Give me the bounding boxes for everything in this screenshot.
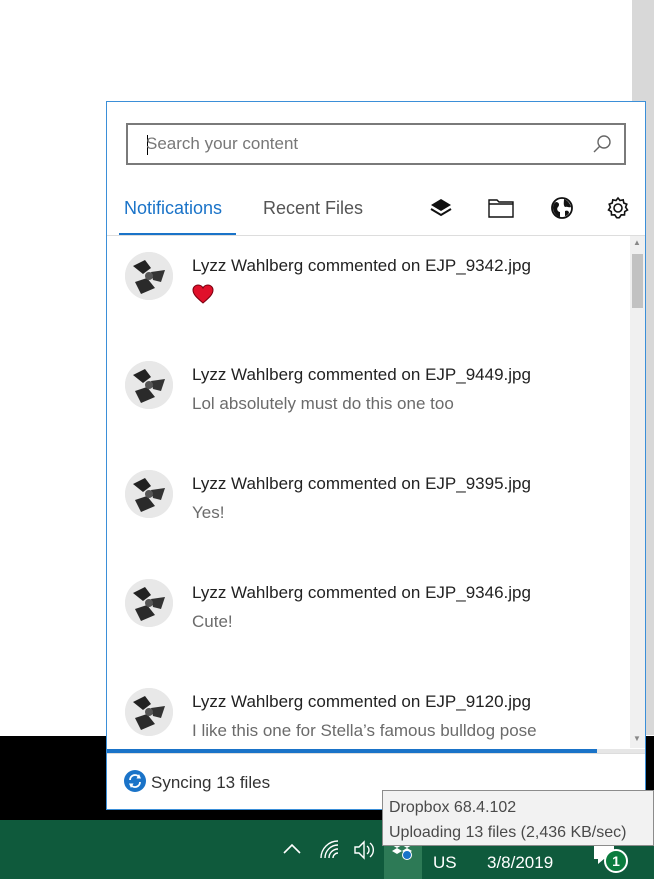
sync-status-text: Syncing 13 files — [151, 773, 271, 792]
list-item[interactable]: Lyzz Wahlberg commented on EJP_9120.jpg … — [107, 672, 630, 748]
heart-icon — [192, 284, 214, 309]
notification-title: Lyzz Wahlberg commented on EJP_9395.jpg — [192, 474, 531, 493]
tooltip-upload-status: Uploading 13 files (2,436 KB/sec) — [389, 824, 627, 841]
list-item[interactable]: Lyzz Wahlberg commented on EJP_9449.jpg … — [107, 345, 630, 454]
show-hidden-icons-chevron-icon[interactable] — [281, 838, 303, 865]
input-language[interactable]: US — [433, 853, 457, 873]
notification-count-badge: 1 — [604, 849, 628, 873]
notification-title: Lyzz Wahlberg commented on EJP_9342.jpg — [192, 256, 531, 275]
wifi-icon[interactable] — [318, 838, 342, 867]
tab-notifications[interactable]: Notifications — [124, 198, 222, 219]
notifications-list: Lyzz Wahlberg commented on EJP_9342.jpg … — [107, 236, 630, 748]
scroll-down-arrow-icon[interactable]: ▼ — [633, 734, 641, 743]
notification-comment: I like this one for Stella’s famous bull… — [192, 721, 537, 740]
notification-comment: Cute! — [192, 612, 233, 631]
notification-title: Lyzz Wahlberg commented on EJP_9449.jpg — [192, 365, 531, 384]
list-item[interactable]: Lyzz Wahlberg commented on EJP_9395.jpg … — [107, 454, 630, 563]
volume-icon[interactable] — [352, 838, 376, 867]
avatar — [125, 252, 173, 300]
scroll-up-arrow-icon[interactable]: ▲ — [633, 238, 641, 247]
globe-icon[interactable] — [548, 194, 576, 222]
notification-title: Lyzz Wahlberg commented on EJP_9120.jpg — [192, 692, 531, 711]
scroll-thumb[interactable] — [632, 254, 643, 308]
tooltip-version: Dropbox 68.4.102 — [389, 799, 517, 816]
search-input[interactable] — [146, 133, 576, 155]
layers-icon[interactable] — [427, 194, 455, 222]
list-item[interactable]: Lyzz Wahlberg commented on EJP_9342.jpg — [107, 236, 630, 345]
tab-recent-files[interactable]: Recent Files — [263, 198, 363, 219]
dropbox-tooltip: Dropbox 68.4.102 Uploading 13 files (2,4… — [382, 790, 654, 846]
notification-comment: Lol absolutely must do this one too — [192, 394, 454, 413]
avatar — [125, 579, 173, 627]
list-item[interactable]: Lyzz Wahlberg commented on EJP_9346.jpg … — [107, 563, 630, 672]
avatar — [125, 470, 173, 518]
dropbox-panel: Notifications Recent Files — [106, 101, 646, 810]
avatar — [125, 361, 173, 409]
scrollbar[interactable]: ▲ ▼ — [630, 236, 645, 748]
sync-icon — [123, 769, 147, 798]
taskbar-date[interactable]: 3/8/2019 — [487, 853, 553, 873]
gear-icon[interactable] — [604, 194, 632, 222]
notification-title: Lyzz Wahlberg commented on EJP_9346.jpg — [192, 583, 531, 602]
notification-comment: Yes! — [192, 503, 225, 522]
search-icon[interactable] — [592, 134, 612, 159]
search-box[interactable] — [126, 123, 626, 165]
footer-divider — [107, 753, 645, 754]
folder-icon[interactable] — [487, 194, 515, 222]
avatar — [125, 688, 173, 736]
